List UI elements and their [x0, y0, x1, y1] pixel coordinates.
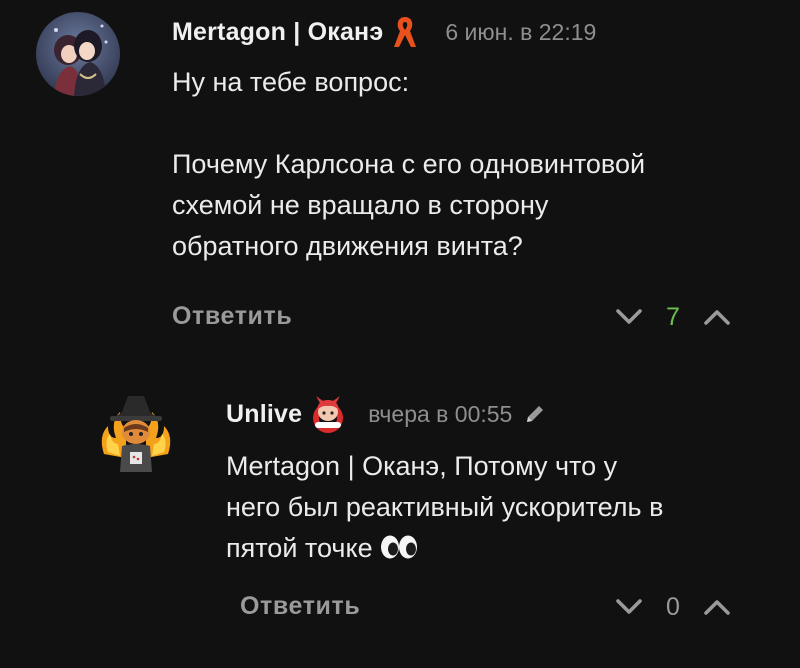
chevron-down-icon: [615, 598, 643, 616]
anime-girl-icon: [308, 394, 348, 434]
comment-text: Mertagon | Оканэ, Потому что у него был …: [226, 446, 786, 569]
chevron-up-icon: [703, 308, 731, 326]
ribbon-icon: [391, 14, 419, 50]
downvote-button[interactable]: [612, 300, 646, 334]
text-line: пятой точке: [226, 528, 786, 569]
vote-count: 7: [666, 302, 680, 331]
avatar[interactable]: [36, 12, 120, 96]
text-line: Ну на тебе вопрос:: [172, 67, 410, 97]
text-line: обратного движения винта?: [172, 231, 523, 261]
vote-count: 0: [666, 592, 680, 621]
reply-button[interactable]: Ответить: [240, 592, 360, 621]
chevron-down-icon: [615, 308, 643, 326]
text-line: Mertagon | Оканэ, Потому что у: [226, 451, 618, 481]
comment-text: Ну на тебе вопрос: Почему Карлсона с его…: [172, 62, 772, 267]
text-line: него был реактивный ускоритель в: [226, 492, 664, 522]
comment-header: Mertagon | Оканэ 6 июн. в 22:19: [172, 14, 596, 50]
upvote-button[interactable]: [700, 300, 734, 334]
chevron-up-icon: [703, 598, 731, 616]
text-line: Почему Карлсона с его одновинтовой: [172, 149, 646, 179]
author-name[interactable]: Unlive: [226, 400, 302, 429]
text-line-content: пятой точке: [226, 533, 373, 563]
upvote-button[interactable]: [700, 590, 734, 624]
timestamp: вчера в 00:55: [368, 400, 513, 427]
eyes-emoji: [379, 534, 419, 560]
reply-comment: Unlive вчера в 00:55 Mertagon | Оканэ, П…: [0, 370, 800, 668]
pencil-icon: [524, 403, 546, 425]
reply-button[interactable]: Ответить: [172, 302, 292, 331]
vote-controls: 0: [612, 590, 734, 624]
timestamp: 6 июн. в 22:19: [445, 18, 597, 45]
downvote-button[interactable]: [612, 590, 646, 624]
author-name[interactable]: Mertagon | Оканэ: [172, 18, 383, 47]
comment: Mertagon | Оканэ 6 июн. в 22:19 Ну на те…: [0, 0, 800, 350]
comment-header: Unlive вчера в 00:55: [226, 394, 546, 434]
vote-controls: 7: [612, 300, 734, 334]
avatar[interactable]: [96, 392, 176, 472]
text-line: схемой не вращало в сторону: [172, 190, 549, 220]
